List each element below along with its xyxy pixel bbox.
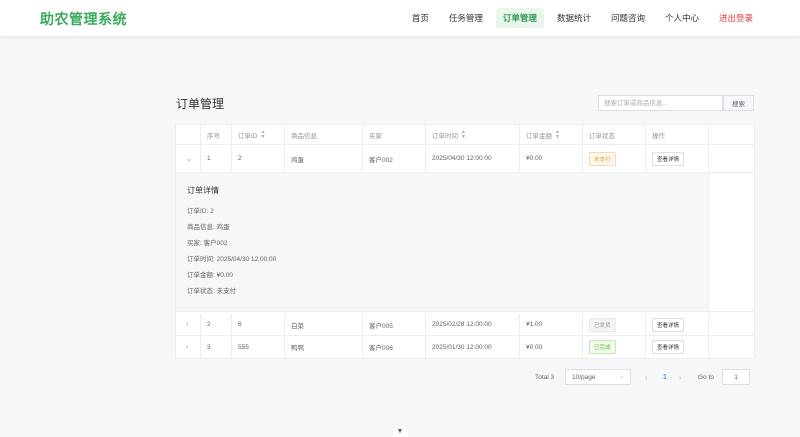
cell-product: 白菜 (285, 314, 363, 335)
page-title: 订单管理 (176, 97, 225, 111)
header-index: 序号 (201, 125, 232, 144)
detail-title: 订单详情 (187, 186, 219, 195)
chevron-right-icon[interactable]: › (182, 344, 188, 351)
cell-index: 3 (201, 336, 232, 358)
table-row: ⌄ 1 2 鸡蛋 客户002 2025/04/30 12:00:00 ¥0.00… (176, 145, 754, 173)
sort-icon[interactable]: ▲ ▼ (555, 129, 560, 140)
cell-order-id: 2 (232, 145, 285, 172)
cell-index: 2 (201, 314, 232, 335)
view-detail-button[interactable]: 查看详情 (652, 151, 685, 166)
nav-orders[interactable]: 订单管理 (495, 8, 544, 28)
prev-page-icon[interactable]: ‹ (645, 369, 648, 385)
status-badge: 已完成 (589, 340, 616, 354)
cell-action: 查看详情 (646, 314, 709, 335)
cell-order-time: 2025/01/30 12:00:00 (426, 336, 520, 358)
expand-cell[interactable]: › (176, 336, 201, 358)
top-navbar: 助农管理系统 首页 任务管理 订单管理 数据统计 问题咨询 个人中心 进出登录 (0, 0, 800, 36)
cell-buyer: 客户006 (363, 336, 426, 358)
cell-buyer: 客户002 (363, 145, 426, 172)
header-product: 商品信息 (285, 125, 363, 144)
cell-product: 鸭鸭 (285, 336, 363, 358)
table-header-row: 序号 订单ID ▲ ▼ 商品信息 买家 订单时间 ▲ ▼ 订单金额 ▲ ▼ 订单状态 操作 (176, 125, 754, 145)
search-input[interactable] (598, 95, 723, 111)
status-badge: 已发货 (589, 317, 616, 332)
cell-order-time: 2025/02/28 12:00:00 (426, 314, 520, 335)
chevron-right-icon[interactable]: › (182, 321, 188, 328)
cell-amount: ¥1.00 (520, 314, 583, 335)
goto-label: Go to (698, 373, 714, 381)
detail-buyer: 买家: 客户002 (187, 240, 228, 247)
expand-cell[interactable]: › (176, 314, 201, 335)
cell-index: 1 (201, 145, 232, 172)
detail-divider (176, 311, 754, 312)
view-detail-button[interactable]: 查看详情 (652, 317, 685, 332)
header-status: 订单状态 (583, 125, 646, 144)
nav-tasks[interactable]: 任务管理 (442, 8, 490, 28)
order-detail-panel (176, 173, 709, 311)
nav-profile[interactable]: 个人中心 (658, 8, 706, 28)
detail-amount: 订单金额: ¥0.00 (187, 272, 233, 279)
cell-action: 查看详情 (646, 336, 709, 358)
cell-order-time: 2025/04/30 12:00:00 (426, 145, 520, 172)
app-logo[interactable]: 助农管理系统 (40, 9, 127, 29)
cell-buyer: 客户005 (363, 314, 426, 335)
nav-home[interactable]: 首页 (405, 8, 436, 28)
main-nav: 首页 任务管理 订单管理 数据统计 问题咨询 个人中心 进出登录 (405, 8, 760, 28)
header-order-time[interactable]: 订单时间 ▲ ▼ (426, 125, 520, 144)
header-amount[interactable]: 订单金额 ▲ ▼ (520, 125, 583, 144)
cell-order-id: 555 (232, 336, 285, 358)
nav-consult[interactable]: 问题咨询 (604, 8, 652, 28)
nav-statistics[interactable]: 数据统计 (550, 8, 598, 28)
sort-icon[interactable]: ▲ ▼ (461, 129, 466, 140)
cell-order-id: 6 (232, 314, 285, 335)
page-size-select[interactable]: 10/page ⌄ (565, 369, 631, 385)
pagination-total: Total 3 (535, 373, 555, 381)
detail-order-id: 订单ID: 2 (187, 208, 214, 215)
cell-product: 鸡蛋 (285, 145, 363, 172)
header-buyer: 买家 (363, 125, 426, 144)
header-order-id[interactable]: 订单ID ▲ ▼ (232, 125, 285, 144)
nav-logout[interactable]: 进出登录 (712, 8, 760, 28)
detail-order-time: 订单时间: 2025/04/30 12:00:00 (187, 256, 277, 263)
search-button[interactable]: 搜索 (723, 95, 754, 111)
goto-page-input[interactable] (722, 369, 750, 385)
table-row: › 2 6 白菜 客户005 2025/02/28 12:00:00 ¥1.00… (176, 314, 754, 336)
header-expand-col (176, 125, 201, 144)
page-number-current[interactable]: 1 (658, 369, 672, 385)
orders-table: 序号 订单ID ▲ ▼ 商品信息 买家 订单时间 ▲ ▼ 订单金额 ▲ ▼ 订单状态 操作 … (175, 124, 755, 359)
cell-action: 查看详情 (646, 145, 709, 172)
cell-status: 已发货 (583, 314, 646, 335)
table-row: › 3 555 鸭鸭 客户006 2025/01/30 12:00:00 ¥0.… (176, 336, 754, 358)
cell-amount: ¥0.00 (520, 336, 583, 358)
chevron-down-icon: ⌄ (618, 374, 624, 380)
detail-status: 订单状态: 未支付 (187, 288, 237, 295)
sort-icon[interactable]: ▲ ▼ (261, 129, 266, 140)
chevron-down-icon[interactable]: ⌄ (182, 155, 192, 163)
cell-status: 未支付 (583, 145, 646, 172)
detail-product: 商品信息: 鸡蛋 (187, 224, 230, 231)
cell-status: 已完成 (583, 336, 646, 358)
cell-amount: ¥0.00 (520, 145, 583, 172)
view-detail-button[interactable]: 查看详情 (652, 340, 685, 354)
next-page-icon[interactable]: › (679, 369, 682, 385)
header-action: 操作 (646, 125, 709, 144)
expand-cell[interactable]: ⌄ (176, 145, 201, 172)
scroll-down-icon[interactable]: ▼ (393, 426, 407, 437)
status-badge: 未支付 (589, 151, 616, 166)
